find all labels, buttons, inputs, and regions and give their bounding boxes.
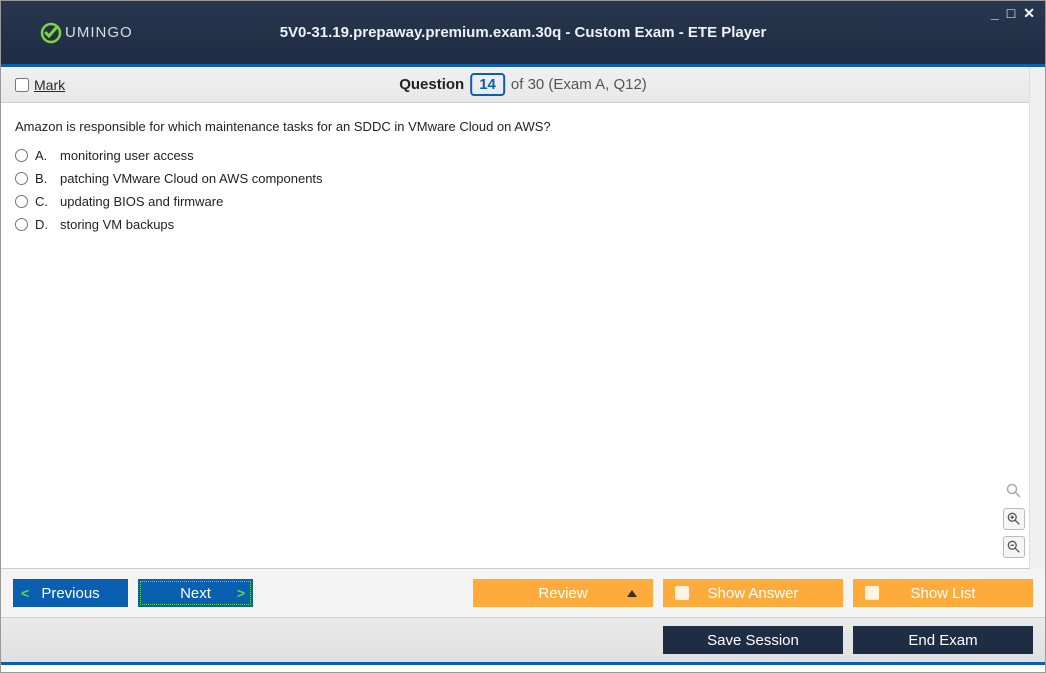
option-d[interactable]: D. storing VM backups: [15, 217, 1031, 232]
question-word: Question: [399, 76, 464, 93]
titlebar: UMINGO 5V0-31.19.prepaway.premium.exam.3…: [1, 1, 1045, 67]
options-list: A. monitoring user access B. patching VM…: [15, 148, 1031, 232]
zoom-in-icon[interactable]: [1003, 508, 1025, 530]
option-b-text: patching VMware Cloud on AWS components: [60, 171, 323, 186]
chevron-left-icon: <: [21, 585, 29, 601]
triangle-up-icon: [627, 590, 637, 597]
previous-label: Previous: [41, 585, 99, 602]
logo-text: UMINGO: [65, 24, 133, 41]
review-label: Review: [538, 585, 587, 602]
review-button[interactable]: Review: [473, 579, 653, 607]
question-number: 14: [470, 73, 505, 96]
option-b[interactable]: B. patching VMware Cloud on AWS componen…: [15, 171, 1031, 186]
show-list-label: Show List: [910, 585, 975, 602]
zoom-out-icon[interactable]: [1003, 536, 1025, 558]
mark-label[interactable]: Mark: [34, 77, 65, 93]
option-a-text: monitoring user access: [60, 148, 194, 163]
footer-row-session: Save Session End Exam: [1, 617, 1045, 665]
option-c-text: updating BIOS and firmware: [60, 194, 223, 209]
mark-checkbox-wrap[interactable]: Mark: [15, 77, 65, 93]
show-list-button[interactable]: Show List: [853, 579, 1033, 607]
close-icon[interactable]: ✕: [1021, 5, 1037, 22]
maximize-icon[interactable]: □: [1005, 5, 1017, 22]
minimize-icon[interactable]: _: [989, 5, 1001, 22]
end-exam-button[interactable]: End Exam: [853, 626, 1033, 654]
option-b-radio[interactable]: [15, 172, 28, 185]
window-title: 5V0-31.19.prepaway.premium.exam.30q - Cu…: [280, 24, 767, 41]
chevron-right-icon: >: [237, 585, 245, 601]
zoom-tools: [1003, 480, 1025, 558]
end-exam-label: End Exam: [908, 632, 977, 649]
footer: < Previous Next > Review Show Answer Sho…: [1, 568, 1045, 665]
option-b-letter: B.: [35, 171, 53, 186]
show-answer-button[interactable]: Show Answer: [663, 579, 843, 607]
answer-icon: [675, 586, 689, 600]
question-header-bar: Mark Question 14 of 30 (Exam A, Q12): [1, 67, 1045, 103]
previous-button[interactable]: < Previous: [13, 579, 128, 607]
option-c[interactable]: C. updating BIOS and firmware: [15, 194, 1031, 209]
question-text: Amazon is responsible for which maintena…: [15, 119, 1031, 134]
next-label: Next: [180, 585, 211, 602]
save-session-label: Save Session: [707, 632, 799, 649]
check-circle-icon: [39, 21, 63, 45]
option-d-letter: D.: [35, 217, 53, 232]
question-of-text: of 30 (Exam A, Q12): [511, 76, 647, 93]
option-c-letter: C.: [35, 194, 53, 209]
mark-checkbox[interactable]: [15, 78, 29, 92]
next-button[interactable]: Next >: [138, 579, 253, 607]
list-icon: [865, 586, 879, 600]
question-content: Amazon is responsible for which maintena…: [1, 103, 1045, 568]
save-session-button[interactable]: Save Session: [663, 626, 843, 654]
option-d-radio[interactable]: [15, 218, 28, 231]
question-counter: Question 14 of 30 (Exam A, Q12): [399, 73, 647, 96]
option-a-letter: A.: [35, 148, 53, 163]
footer-row-nav: < Previous Next > Review Show Answer Sho…: [1, 569, 1045, 617]
option-a[interactable]: A. monitoring user access: [15, 148, 1031, 163]
show-answer-label: Show Answer: [708, 585, 799, 602]
window-controls: _ □ ✕: [989, 5, 1037, 22]
option-a-radio[interactable]: [15, 149, 28, 162]
app-logo: UMINGO: [39, 21, 133, 45]
option-d-text: storing VM backups: [60, 217, 174, 232]
search-icon[interactable]: [1003, 480, 1025, 502]
option-c-radio[interactable]: [15, 195, 28, 208]
